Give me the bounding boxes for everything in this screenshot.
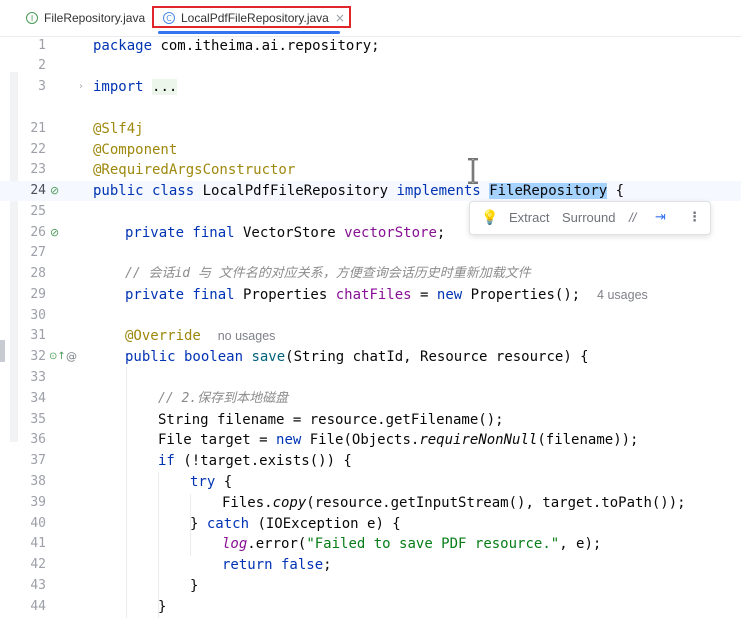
line-number: 26	[30, 225, 46, 240]
code-line[interactable]: 43 }	[0, 576, 741, 596]
code-text: import ...	[93, 79, 178, 95]
code-line[interactable]: 42 return false;	[0, 555, 741, 575]
code-line[interactable]: 40 } catch (IOException e) {	[0, 514, 741, 534]
line-number: 43	[30, 578, 46, 593]
code-text: private final Properties chatFiles = new…	[125, 287, 648, 303]
code-line[interactable]: 23 @RequiredArgsConstructor	[0, 160, 741, 180]
more-options-icon[interactable]: ⋮	[688, 202, 701, 234]
folded-imports[interactable]: ...	[152, 79, 178, 95]
code-line-current[interactable]: 24 ⊘ public class LocalPdfFileRepository…	[0, 181, 741, 201]
code-comment: // 2.保存到本地磁盘	[158, 391, 289, 406]
floating-toolbar: 💡 Extract Surround // ⇥ ⋮	[469, 201, 711, 235]
usages-hint[interactable]: no usages	[218, 329, 276, 343]
line-number: 33	[30, 370, 46, 385]
line-number: 25	[30, 204, 46, 219]
code-line[interactable]: 29 private final Properties chatFiles = …	[0, 285, 741, 305]
line-number: 27	[30, 245, 46, 260]
code-text: File target = new File(Objects.requireNo…	[158, 432, 639, 448]
line-number: 21	[30, 121, 46, 136]
code-line[interactable]: 3 › import ...	[0, 77, 741, 97]
code-line[interactable]: 21 @Slf4j	[0, 119, 741, 139]
line-number: 32	[30, 349, 46, 364]
line-number: 34	[30, 391, 46, 406]
code-line[interactable]: 1 package com.itheima.ai.repository;	[0, 36, 741, 56]
code-text: return false;	[222, 557, 332, 573]
code-line[interactable]: 22 @Component	[0, 140, 741, 160]
code-line[interactable]: 30	[0, 306, 741, 326]
injection-icon[interactable]: ⊘	[50, 223, 59, 243]
bulb-icon[interactable]: 💡	[481, 202, 498, 234]
code-line[interactable]: 36 File target = new File(Objects.requir…	[0, 430, 741, 450]
extract-action[interactable]: Extract	[509, 202, 549, 234]
override-icon[interactable]: ⊙↑	[49, 347, 66, 367]
code-line[interactable]: 28 // 会话id 与 文件名的对应关系，方便查询会话历史时重新加载文件	[0, 264, 741, 284]
code-line[interactable]: 41 log.error("Failed to save PDF resourc…	[0, 534, 741, 554]
code-text: private final VectorStore vectorStore;	[125, 225, 446, 241]
code-text: Files.copy(resource.getInputStream(), ta…	[222, 495, 686, 511]
code-line[interactable]: 32 ⊙↑ @ public boolean save(String chatI…	[0, 347, 741, 367]
code-text: public boolean save(String chatId, Resou…	[125, 349, 589, 365]
code-line[interactable]: 2	[0, 56, 741, 76]
code-text: public class LocalPdfFileRepository impl…	[93, 183, 625, 199]
code-line[interactable]: 34 // 2.保存到本地磁盘	[0, 389, 741, 409]
code-text: package com.itheima.ai.repository;	[93, 38, 380, 54]
line-number: 38	[30, 474, 46, 489]
code-text: log.error("Failed to save PDF resource."…	[222, 536, 602, 552]
tab-label: FileRepository.java	[44, 11, 146, 25]
code-line[interactable]: 39 Files.copy(resource.getInputStream(),…	[0, 493, 741, 513]
tab-label: LocalPdfFileRepository.java	[181, 11, 329, 25]
code-line[interactable]: 37 if (!target.exists()) {	[0, 451, 741, 471]
line-number: 1	[38, 38, 46, 53]
line-number: 37	[30, 453, 46, 468]
line-number: 30	[30, 308, 46, 323]
code-text: } catch (IOException e) {	[190, 516, 401, 532]
code-line[interactable]: 33	[0, 368, 741, 388]
code-text: @Component	[93, 142, 178, 158]
code-line[interactable]: 44 }	[0, 597, 741, 617]
line-number: 41	[30, 536, 46, 551]
comment-action[interactable]: //	[629, 202, 636, 234]
annotation-at-icon[interactable]: @	[66, 347, 77, 367]
line-number: 29	[30, 287, 46, 302]
code-text: try {	[190, 474, 233, 490]
interface-icon: I	[26, 12, 38, 24]
code-text: }	[190, 578, 199, 594]
line-number: 24	[30, 183, 46, 198]
code-text: String filename = resource.getFilename()…	[158, 412, 504, 428]
line-number: 44	[30, 599, 46, 614]
usages-hint[interactable]: 4 usages	[597, 288, 648, 302]
code-text: if (!target.exists()) {	[158, 453, 352, 469]
fold-chevron-icon[interactable]: ›	[79, 77, 83, 97]
code-line[interactable]: 35 String filename = resource.getFilenam…	[0, 410, 741, 430]
line-number: 3	[38, 79, 46, 94]
line-number: 36	[30, 432, 46, 447]
close-icon[interactable]: ×	[335, 11, 345, 25]
code-text: }	[158, 599, 167, 615]
line-number: 42	[30, 557, 46, 572]
code-text: @Override no usages	[125, 328, 276, 344]
implementation-icon[interactable]: ⊘	[50, 181, 59, 201]
indent-icon[interactable]: ⇥	[655, 202, 666, 234]
code-text: @Slf4j	[93, 121, 144, 137]
line-number: 39	[30, 495, 46, 510]
line-number: 2	[38, 58, 46, 73]
code-line[interactable]: 38 try {	[0, 472, 741, 492]
active-tab-indicator	[158, 31, 340, 34]
line-number: 28	[30, 266, 46, 281]
surround-action[interactable]: Surround	[562, 202, 615, 234]
editor-tab-bar: I FileRepository.java C LocalPdfFileRepo…	[0, 0, 741, 37]
line-number: 35	[30, 412, 46, 427]
code-editor[interactable]: 1 package com.itheima.ai.repository; 2 3…	[0, 36, 741, 618]
class-icon: C	[163, 12, 175, 24]
text-cursor-icon	[468, 158, 478, 184]
tab-file-repository[interactable]: I FileRepository.java	[26, 0, 145, 36]
code-comment: // 会话id 与 文件名的对应关系，方便查询会话历史时重新加载文件	[125, 266, 531, 281]
code-line[interactable]: 31 @Override no usages	[0, 326, 741, 346]
line-number: 22	[30, 142, 46, 157]
line-number: 40	[30, 516, 46, 531]
line-number: 23	[30, 162, 46, 177]
code-line[interactable]: 27	[0, 243, 741, 263]
line-number: 31	[30, 328, 46, 343]
code-text: @RequiredArgsConstructor	[93, 162, 296, 178]
